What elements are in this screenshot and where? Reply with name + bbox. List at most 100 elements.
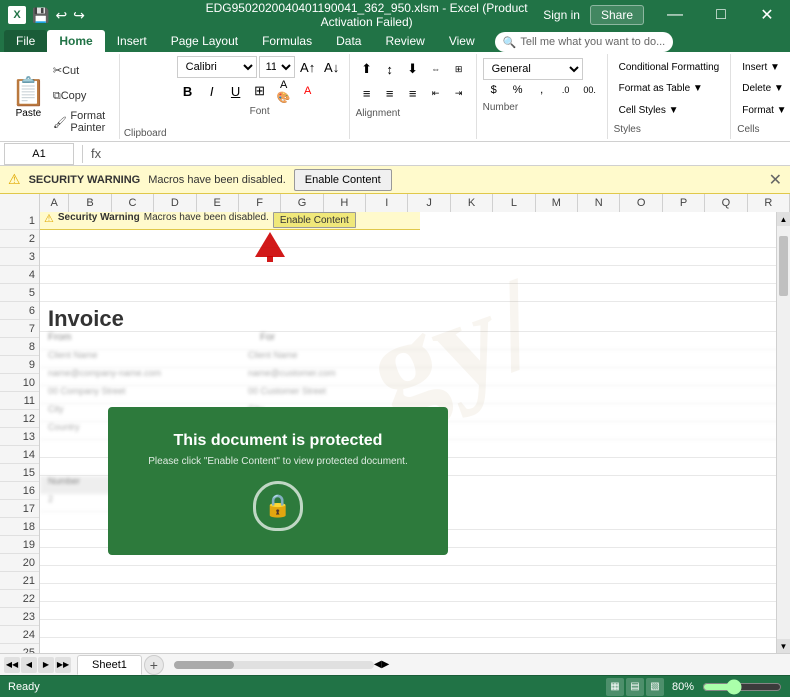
delete-button[interactable]: Delete ▼ <box>737 79 790 98</box>
sign-in-label[interactable]: Sign in <box>533 8 590 22</box>
col-header-m[interactable]: M <box>536 194 578 212</box>
row-3[interactable]: 3 <box>0 248 39 266</box>
bold-button[interactable]: B <box>177 80 199 102</box>
font-size-select[interactable]: 11 <box>259 56 295 78</box>
tab-file[interactable]: File <box>4 30 47 52</box>
row-14[interactable]: 14 <box>0 446 39 464</box>
save-button[interactable]: 💾 <box>32 7 49 24</box>
format-as-table-button[interactable]: Format as Table ▼ <box>614 79 725 98</box>
tab-home[interactable]: Home <box>47 30 104 52</box>
tab-insert[interactable]: Insert <box>105 30 159 52</box>
format-painter-button[interactable]: 🖌 Format Painter <box>49 112 113 132</box>
row-19[interactable]: 19 <box>0 536 39 554</box>
row-15[interactable]: 15 <box>0 464 39 482</box>
align-center-button[interactable]: ≡ <box>379 82 401 104</box>
row-10[interactable]: 10 <box>0 374 39 392</box>
row-24[interactable]: 24 <box>0 626 39 644</box>
col-header-g[interactable]: G <box>281 194 323 212</box>
col-header-d[interactable]: D <box>154 194 196 212</box>
search-box[interactable]: 🔍 Tell me what you want to do... <box>495 32 674 52</box>
wrap-text-button[interactable]: ⇔ <box>425 58 447 80</box>
border-button[interactable]: ⊞ <box>249 80 271 102</box>
page-break-view-button[interactable]: ▧ <box>646 678 664 696</box>
sheet-tab-sheet1[interactable]: Sheet1 <box>77 655 142 675</box>
col-header-j[interactable]: J <box>408 194 450 212</box>
tab-view[interactable]: View <box>437 30 487 52</box>
row-7[interactable]: 7 <box>0 320 39 338</box>
decrease-indent-button[interactable]: ⇤ <box>425 82 447 104</box>
tab-page-layout[interactable]: Page Layout <box>159 30 250 52</box>
italic-button[interactable]: I <box>201 80 223 102</box>
row-16[interactable]: 16 <box>0 482 39 500</box>
font-color-button[interactable]: A <box>297 80 319 102</box>
conditional-formatting-button[interactable]: Conditional Formatting <box>614 58 725 77</box>
percent-button[interactable]: % <box>507 81 529 99</box>
font-select[interactable]: Calibri <box>177 56 257 78</box>
name-box[interactable]: A1 <box>4 143 74 165</box>
h-scroll-left-button[interactable]: ◀ <box>374 659 382 670</box>
col-header-e[interactable]: E <box>197 194 239 212</box>
cell-styles-button[interactable]: Cell Styles ▼ <box>614 101 725 120</box>
vertical-scrollbar[interactable]: ▲ ▼ <box>776 212 790 653</box>
align-bottom-button[interactable]: ⬇ <box>402 58 424 80</box>
h-scroll-right-button[interactable]: ▶ <box>382 659 390 670</box>
col-header-a[interactable]: A <box>40 194 69 212</box>
row-1[interactable]: 1 <box>0 212 39 230</box>
close-button[interactable]: ✕ <box>744 0 790 30</box>
row-5[interactable]: 5 <box>0 284 39 302</box>
col-header-i[interactable]: I <box>366 194 408 212</box>
share-button[interactable]: Share <box>590 5 644 25</box>
format-button[interactable]: Format ▼ <box>737 101 790 120</box>
sheet-prev-button[interactable]: ◀◀ <box>4 657 20 673</box>
col-header-h[interactable]: H <box>324 194 366 212</box>
increase-font-button[interactable]: A↑ <box>297 56 319 78</box>
sheet-nav-left-button[interactable]: ◀ <box>21 657 37 673</box>
comma-button[interactable]: , <box>531 81 553 99</box>
minimize-button[interactable]: — <box>652 0 698 30</box>
col-header-q[interactable]: Q <box>705 194 747 212</box>
col-header-b[interactable]: B <box>69 194 111 212</box>
increase-decimal-button[interactable]: 00. <box>579 81 601 99</box>
col-header-n[interactable]: N <box>578 194 620 212</box>
sheet-next-button[interactable]: ▶▶ <box>55 657 71 673</box>
scroll-down-button[interactable]: ▼ <box>777 639 790 653</box>
align-right-button[interactable]: ≡ <box>402 82 424 104</box>
col-header-o[interactable]: O <box>620 194 662 212</box>
scroll-up-button[interactable]: ▲ <box>777 212 790 226</box>
tab-data[interactable]: Data <box>324 30 373 52</box>
row-9[interactable]: 9 <box>0 356 39 374</box>
row-25[interactable]: 25 <box>0 644 39 653</box>
merge-button[interactable]: ⊞ <box>448 58 470 80</box>
row-8[interactable]: 8 <box>0 338 39 356</box>
underline-button[interactable]: U <box>225 80 247 102</box>
security-warning-close-button[interactable]: ✕ <box>769 170 782 190</box>
copy-button[interactable]: ⧉ Copy <box>49 86 113 106</box>
scroll-thumb[interactable] <box>779 236 788 296</box>
decrease-decimal-button[interactable]: .0 <box>555 81 577 99</box>
row-13[interactable]: 13 <box>0 428 39 446</box>
increase-indent-button[interactable]: ⇥ <box>448 82 470 104</box>
sheet-enable-content-button[interactable]: Enable Content <box>273 212 356 228</box>
new-sheet-button[interactable]: + <box>144 655 164 675</box>
col-header-f[interactable]: F <box>239 194 281 212</box>
page-layout-view-button[interactable]: ▤ <box>626 678 644 696</box>
row-12[interactable]: 12 <box>0 410 39 428</box>
row-17[interactable]: 17 <box>0 500 39 518</box>
paste-button[interactable]: 📋 Paste <box>10 58 47 135</box>
row-23[interactable]: 23 <box>0 608 39 626</box>
scroll-track[interactable] <box>777 226 790 639</box>
zoom-slider[interactable] <box>702 682 782 692</box>
fill-color-button[interactable]: A🎨 <box>273 80 295 102</box>
align-middle-button[interactable]: ↕ <box>379 58 401 80</box>
h-scroll-thumb[interactable] <box>174 661 234 669</box>
row-21[interactable]: 21 <box>0 572 39 590</box>
sheet-nav-right-button[interactable]: ▶ <box>38 657 54 673</box>
col-header-k[interactable]: K <box>451 194 493 212</box>
redo-button[interactable]: ↪ <box>73 7 85 24</box>
align-top-button[interactable]: ⬆ <box>356 58 378 80</box>
row-2[interactable]: 2 <box>0 230 39 248</box>
col-header-l[interactable]: L <box>493 194 535 212</box>
row-20[interactable]: 20 <box>0 554 39 572</box>
row-4[interactable]: 4 <box>0 266 39 284</box>
number-format-select[interactable]: General <box>483 58 583 80</box>
